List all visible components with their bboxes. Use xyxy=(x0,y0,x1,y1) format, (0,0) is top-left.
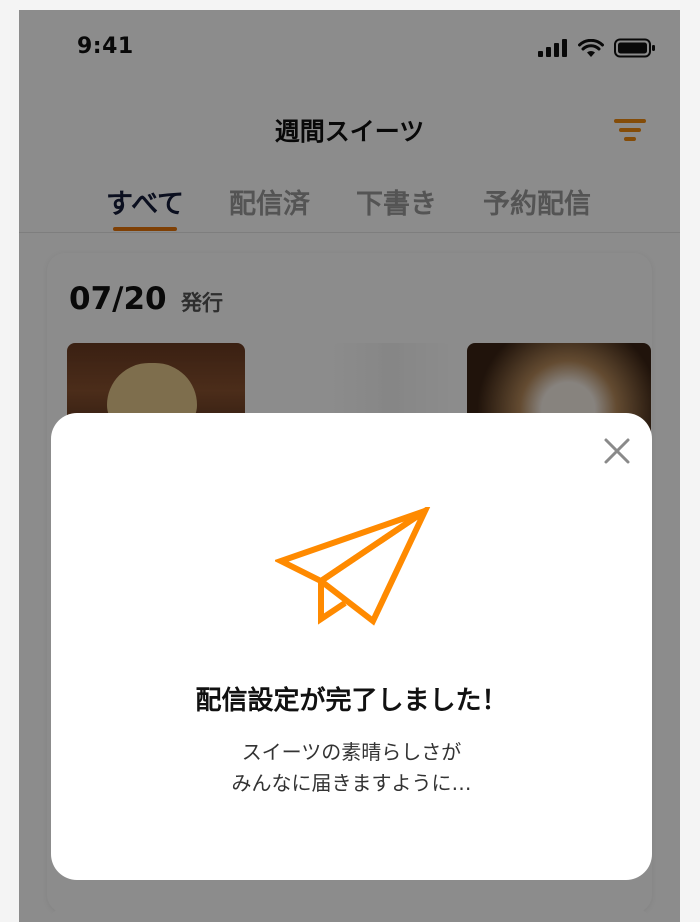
close-icon[interactable] xyxy=(601,435,633,467)
dialog-message-line: みんなに届きますように… xyxy=(231,771,472,795)
paper-plane-icon xyxy=(275,507,431,626)
completion-dialog: 配信設定が完了しました！ スイーツの素晴らしさが みんなに届きますように… xyxy=(51,413,652,880)
dialog-title: 配信設定が完了しました！ xyxy=(195,686,508,716)
dialog-message: スイーツの素晴らしさが みんなに届きますように… xyxy=(51,737,652,799)
dialog-message-line: スイーツの素晴らしさが xyxy=(241,740,462,764)
